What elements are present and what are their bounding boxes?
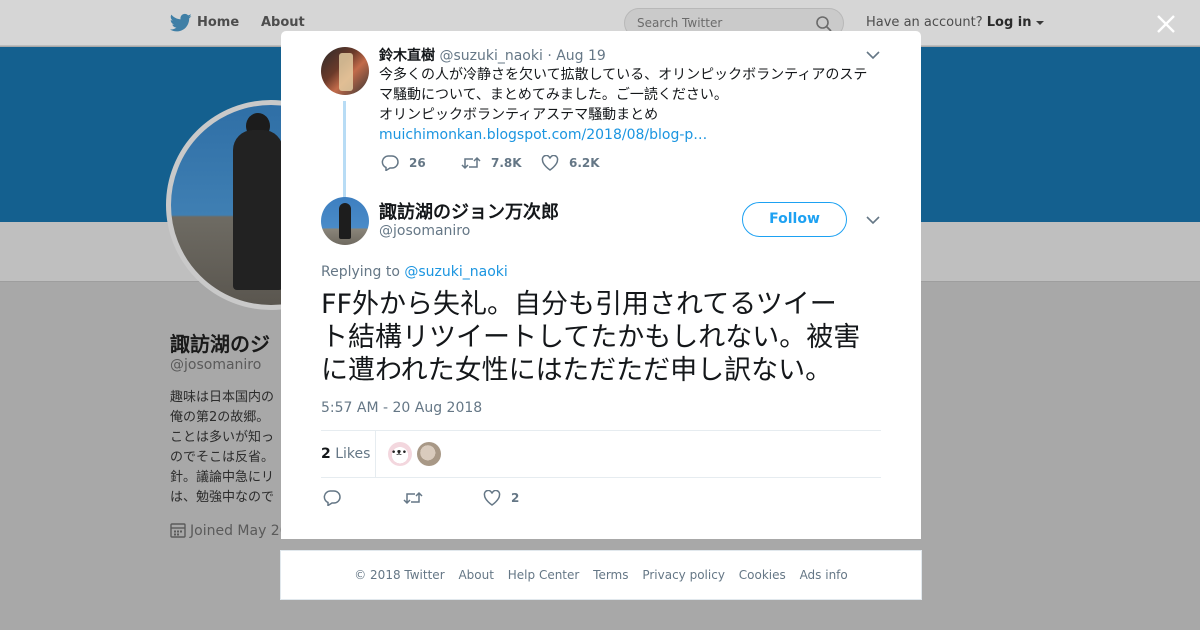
likes-stat-label: Likes xyxy=(335,446,371,462)
liker-avatar[interactable] xyxy=(388,442,412,466)
parent-tweet-link[interactable]: muichimonkan.blogspot.com/2018/08/blog-p… xyxy=(379,125,879,145)
replying-to: Replying to @suzuki_naoki xyxy=(321,264,508,280)
modal-footer: © 2018 Twitter About Help Center Terms P… xyxy=(280,550,922,600)
footer-link-about[interactable]: About xyxy=(458,568,493,582)
follow-button[interactable]: Follow xyxy=(742,202,847,237)
parent-tweet-text: 今多くの人が冷静さを欠いて拡散している、オリンピックボランティアのステ マ騒動に… xyxy=(379,65,879,145)
replying-handle-link[interactable]: @suzuki_naoki xyxy=(404,264,507,280)
bio-line: 針。議論中急にリ xyxy=(170,470,275,485)
profile-bio: 趣味は日本国内の 俺の第2の故郷。 ことは多いが知っ のでそこは反省。 針。議論… xyxy=(170,388,290,508)
main-tweet-text-line: に遭われた女性にはただただ申し訳ない。 xyxy=(321,355,833,386)
like-action[interactable]: 2 xyxy=(483,490,519,506)
reply-icon xyxy=(323,490,341,506)
like-count: 2 xyxy=(511,491,520,505)
bio-line: のでそこは反省。 xyxy=(170,450,275,465)
retweet-icon xyxy=(403,491,423,505)
footer-link-help-center[interactable]: Help Center xyxy=(508,568,580,582)
nav-home-link[interactable]: Home xyxy=(197,15,239,30)
footer-copyright: © 2018 Twitter xyxy=(354,568,445,582)
reply-count: 26 xyxy=(409,156,426,170)
like-action[interactable]: 6.2K xyxy=(541,155,600,171)
reply-action[interactable] xyxy=(323,490,351,506)
account-prompt-text: Have an account? xyxy=(866,15,983,30)
bio-line: 趣味は日本国内の xyxy=(170,390,275,405)
parent-tweet-name[interactable]: 鈴木直樹 xyxy=(379,48,435,64)
main-tweet-avatar[interactable] xyxy=(321,197,369,245)
parent-tweet-date[interactable]: Aug 19 xyxy=(556,48,606,64)
calendar-icon xyxy=(170,523,186,538)
parent-tweet-separator: · xyxy=(547,48,552,64)
main-tweet-timestamp[interactable]: 5:57 AM - 20 Aug 2018 xyxy=(321,400,482,416)
parent-tweet-text-line: オリンピックボランティアステマ騒動まとめ xyxy=(379,107,659,123)
login-link[interactable]: Log in xyxy=(987,15,1032,30)
footer-link-terms[interactable]: Terms xyxy=(593,568,628,582)
search-placeholder: Search Twitter xyxy=(637,16,723,30)
footer-links: © 2018 Twitter About Help Center Terms P… xyxy=(281,568,921,582)
profile-joined: Joined May 20 xyxy=(170,522,289,539)
retweet-icon xyxy=(461,156,481,170)
caret-down-icon[interactable] xyxy=(1035,20,1044,26)
profile-name: 諏訪湖のジ xyxy=(170,332,270,356)
stats-divider xyxy=(375,431,376,477)
parent-tweet-avatar[interactable] xyxy=(321,47,369,95)
likes-stat-count: 2 xyxy=(321,446,331,462)
footer-link-cookies[interactable]: Cookies xyxy=(739,568,786,582)
twitter-bird-icon[interactable] xyxy=(170,13,192,33)
parent-tweet-handle[interactable]: @suzuki_naoki xyxy=(439,48,542,64)
retweet-action[interactable]: 7.8K xyxy=(461,155,522,171)
main-tweet-text: FF外から失礼。自分も引用されてるツイー ト結構リツイートしてたかもしれない。被… xyxy=(321,288,886,387)
joined-text: Joined May 20 xyxy=(190,523,289,539)
main-tweet-name[interactable]: 諏訪湖のジョン万次郎 xyxy=(379,198,559,224)
main-tweet-text-line: ト結構リツイートしてたかもしれない。被害 xyxy=(321,322,861,353)
footer-link-ads-info[interactable]: Ads info xyxy=(800,568,848,582)
chevron-down-icon[interactable] xyxy=(866,215,880,225)
main-tweet-handle[interactable]: @josomaniro xyxy=(379,223,470,239)
nav-about-link[interactable]: About xyxy=(261,15,305,30)
bio-line: 俺の第2の故郷。 xyxy=(170,410,270,425)
parent-tweet-text-line: 今多くの人が冷静さを欠いて拡散している、オリンピックボランティアのステ xyxy=(379,67,868,83)
replying-prefix: Replying to xyxy=(321,264,400,280)
footer-link-privacy[interactable]: Privacy policy xyxy=(642,568,725,582)
parent-tweet-text-line: マ騒動について、まとめてみました。ご一読ください。 xyxy=(379,87,728,103)
retweet-count: 7.8K xyxy=(491,156,522,170)
parent-tweet-header: 鈴木直樹 @suzuki_naoki · Aug 19 xyxy=(379,45,606,65)
bio-line: は、勉強中なので xyxy=(170,490,275,505)
statue-body xyxy=(233,130,283,290)
profile-handle: @josomaniro xyxy=(170,357,262,373)
likes-stat[interactable]: 2 Likes xyxy=(321,446,370,462)
reply-icon xyxy=(381,155,399,171)
heart-icon xyxy=(541,155,559,171)
liker-avatar[interactable] xyxy=(417,442,441,466)
bio-line: ことは多いが知っ xyxy=(170,430,275,445)
main-tweet-text-line: FF外から失礼。自分も引用されてるツイー xyxy=(321,289,837,320)
close-icon[interactable] xyxy=(1155,13,1177,35)
retweet-action[interactable] xyxy=(403,490,433,506)
heart-icon xyxy=(483,490,501,506)
reply-action[interactable]: 26 xyxy=(381,155,426,171)
tweet-stats: 2 Likes xyxy=(321,430,881,478)
tweet-permalink-modal: 鈴木直樹 @suzuki_naoki · Aug 19 今多くの人が冷静さを欠い… xyxy=(281,31,921,539)
chevron-down-icon[interactable] xyxy=(866,50,880,60)
like-count: 6.2K xyxy=(569,156,600,170)
account-prompt: Have an account? Log in xyxy=(866,15,1044,30)
